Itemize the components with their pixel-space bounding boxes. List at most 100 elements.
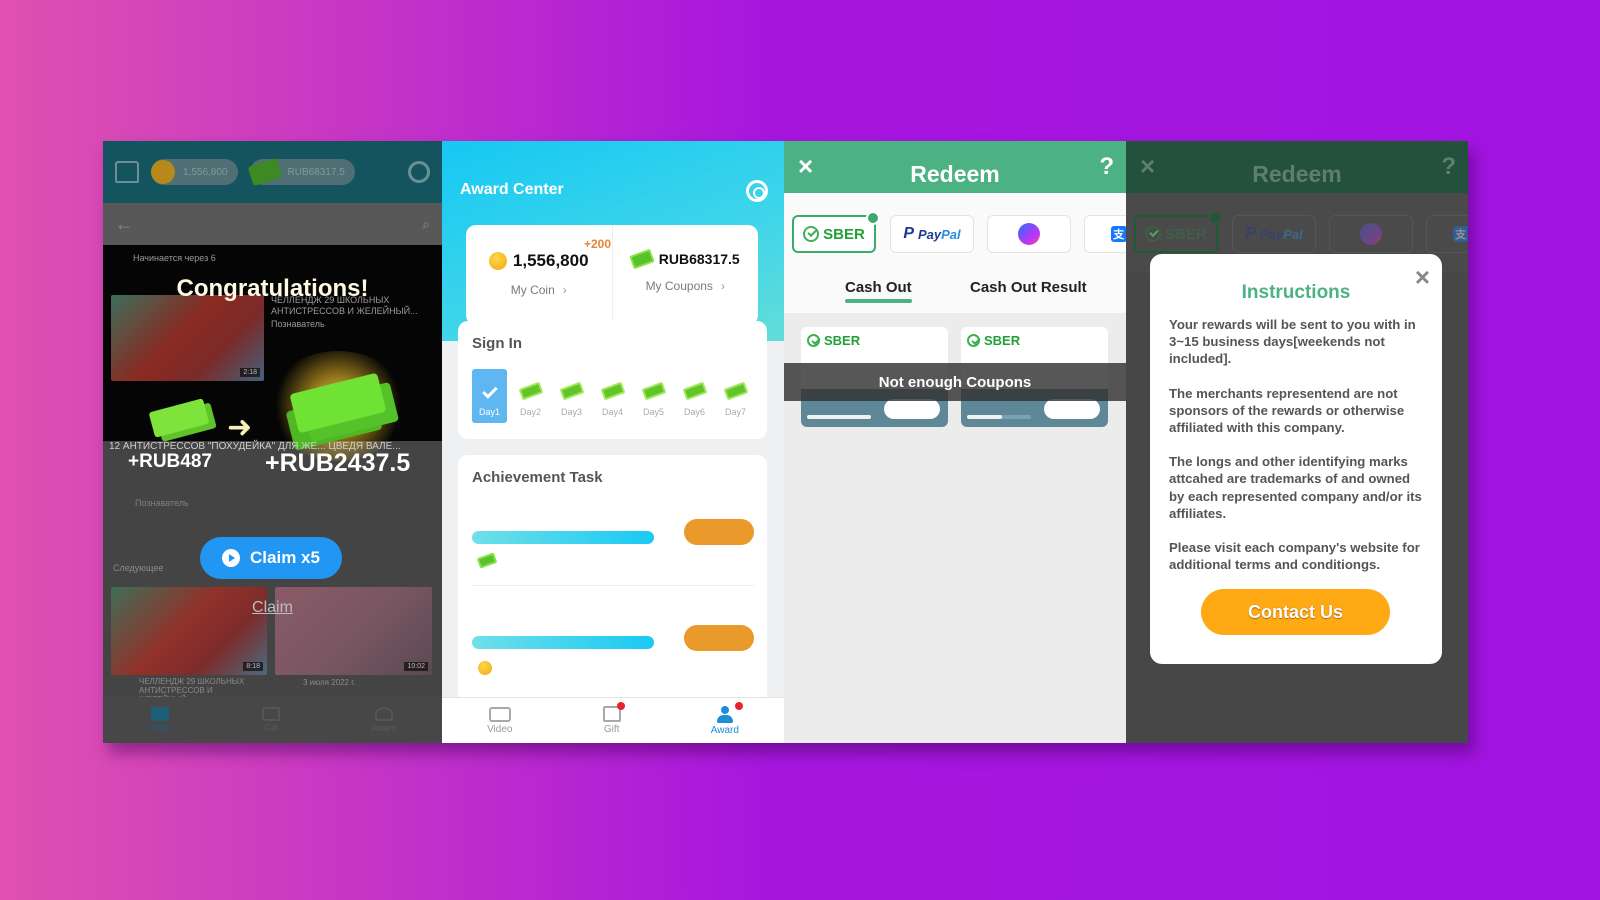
paypal-logo-icon: P [1245, 225, 1256, 242]
day-label: Day1 [478, 407, 500, 417]
tab-label: Video [487, 723, 513, 735]
messenger-icon [1360, 223, 1382, 245]
tab-gift[interactable]: Gift [602, 702, 625, 735]
tab-cash-out-result[interactable]: Cash Out Result [970, 279, 1087, 296]
home-icon[interactable] [115, 161, 139, 183]
coin-balance-pill[interactable]: 1,556,800 [151, 159, 238, 185]
instructions-modal: × Instructions Your rewards will be sent… [1150, 254, 1442, 664]
task-progress-bar [472, 636, 654, 649]
gear-icon[interactable] [408, 161, 430, 183]
wallet-card: 1,556,800 +200 My Coin › RUB68317.5 My Co… [466, 225, 758, 325]
panel-instructions: × Redeem ? SBER P PayPal 支 A × In [1126, 141, 1468, 743]
provider-alipay[interactable]: 支 A [1084, 215, 1126, 253]
redeem-button[interactable] [884, 399, 940, 419]
coupon-balance: RUB68317.5 [287, 166, 345, 178]
modal-body: Your rewards will be sent to you with in… [1169, 316, 1426, 590]
notification-dot [734, 701, 743, 710]
tab-label: Award [710, 724, 739, 736]
gear-icon[interactable] [746, 180, 768, 202]
sign-in-day[interactable]: Day1 [472, 369, 507, 423]
sign-in-day[interactable]: Day7 [718, 369, 753, 423]
task-reward [478, 661, 492, 675]
provider-messenger [1329, 215, 1413, 253]
cash-icon [518, 381, 543, 401]
provider-messenger[interactable] [987, 215, 1071, 253]
sign-in-day[interactable]: Day6 [677, 369, 712, 423]
sign-in-day[interactable]: Day2 [513, 369, 548, 423]
provider-sber: SBER [1134, 211, 1222, 253]
tab-gift[interactable]: Gift [262, 707, 281, 733]
check-badge-icon [1208, 211, 1222, 225]
instruction-paragraph: Please visit each company's website for … [1169, 540, 1420, 573]
screenshot-strip: 1,556,800 RUB68317.5 ← ⌕ Начинается чере… [103, 141, 1468, 743]
tab-label: Award [371, 723, 397, 733]
provider-paypal: P PayPal [1232, 215, 1316, 253]
instruction-paragraph: The merchants representend are not spons… [1169, 385, 1405, 436]
day-label: Day2 [519, 407, 541, 417]
coin-section[interactable]: 1,556,800 +200 My Coin › [466, 225, 612, 325]
cash-icon [247, 157, 282, 187]
page-title: Redeem [1252, 161, 1342, 187]
page-title: Award Center [460, 181, 564, 198]
my-coin-link[interactable]: My Coin › [511, 283, 567, 297]
sign-in-day[interactable]: Day4 [595, 369, 630, 423]
provider-sber[interactable]: SBER [792, 211, 880, 253]
divider [472, 585, 754, 586]
help-icon[interactable]: ? [1099, 153, 1114, 181]
paypal-logo-icon: P [903, 225, 914, 242]
task-action-button[interactable] [684, 625, 754, 651]
sign-in-title: Sign In [472, 335, 522, 352]
tab-award[interactable]: Award [371, 707, 397, 733]
provider-paypal[interactable]: P PayPal [890, 215, 974, 253]
cash-icon [559, 381, 584, 401]
bottom-tab-bar: Video Gift Award [103, 697, 442, 743]
claim-x5-button[interactable]: Claim x5 [200, 537, 342, 579]
back-arrow-icon[interactable]: ← [115, 214, 133, 235]
video-camera-icon [488, 706, 511, 722]
coin-icon [151, 160, 175, 184]
task-action-button[interactable] [684, 519, 754, 545]
task-row [472, 623, 754, 683]
tab-award[interactable]: Award [710, 701, 743, 736]
messenger-icon [1018, 223, 1040, 245]
contact-us-button[interactable]: Contact Us [1201, 589, 1390, 635]
payment-providers: SBER P PayPal 支 A [784, 193, 1126, 273]
coupon-balance-pill[interactable]: RUB68317.5 [247, 157, 355, 187]
tab-video[interactable]: Video [487, 706, 513, 735]
task-reward [476, 552, 498, 569]
day-label: Day7 [724, 407, 746, 417]
top-bar: 1,556,800 RUB68317.5 [103, 141, 442, 203]
cash-icon [600, 381, 625, 401]
page-title: Redeem [910, 161, 1000, 187]
redeem-header: × Redeem ? [784, 141, 1126, 193]
award-header: Award Center 1,556,800 +200 My Coin › RU… [442, 141, 784, 341]
redeem-header: × Redeem ? [1126, 141, 1468, 193]
alipay-icon: 支 [1452, 226, 1468, 242]
tab-label: Video [148, 723, 172, 733]
bottom-tab-bar: Video Gift Award [442, 697, 784, 743]
tab-label: Gift [264, 723, 279, 733]
notification-dot [616, 702, 625, 710]
up-next-label: Следующее [113, 563, 164, 573]
check-icon [481, 383, 498, 399]
task-progress-bar [472, 531, 654, 544]
coupon-section[interactable]: RUB68317.5 My Coupons › [611, 225, 759, 325]
video-duration: 8:18 [243, 662, 263, 671]
search-icon[interactable]: ⌕ [422, 216, 430, 233]
coupon-progress [967, 415, 1031, 419]
video-thumbnail[interactable]: 2:18 [111, 295, 264, 381]
redeem-button[interactable] [1044, 399, 1100, 419]
tab-video[interactable]: Video [148, 707, 171, 733]
claim-link[interactable]: Claim [103, 599, 442, 617]
tab-cash-out[interactable]: Cash Out [845, 279, 912, 303]
up-next-title[interactable]: 3 июля 2022 г. [303, 677, 355, 688]
sign-in-day[interactable]: Day3 [554, 369, 589, 423]
browser-nav: ← ⌕ [103, 203, 442, 245]
my-coupons-link[interactable]: My Coupons › [646, 279, 725, 293]
coupon-brand: SBER [824, 333, 861, 348]
provider-label: PayPal [1260, 226, 1303, 242]
coupon-progress [807, 415, 871, 419]
coupon-brand: SBER [984, 333, 1021, 348]
check-badge-icon [866, 211, 880, 225]
sign-in-day[interactable]: Day5 [636, 369, 671, 423]
